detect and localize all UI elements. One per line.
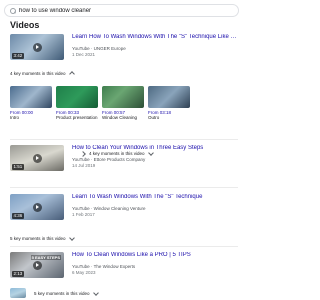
divider <box>10 187 238 188</box>
key-moment[interactable]: From 00:33 Product presentation <box>56 86 98 121</box>
video-duration: 2:13 <box>12 271 24 277</box>
play-icon <box>32 42 42 52</box>
key-moments-toggle[interactable]: 5 key moments in this video <box>10 234 75 241</box>
key-moment[interactable]: From 00:00 Intro <box>10 86 52 121</box>
key-moments-toggle[interactable]: 4 key moments in this video <box>10 70 75 77</box>
video-date: 1 Feb 2017 <box>72 212 95 217</box>
video-thumbnail[interactable]: 1:51 <box>10 145 64 171</box>
key-moment[interactable]: From 03:18 Outro <box>148 86 190 121</box>
key-moment-label: Product presentation <box>56 115 98 120</box>
video-duration: 4:36 <box>12 213 24 219</box>
video-thumbnail[interactable]: 5 EASY STEPS 2:13 <box>10 252 64 278</box>
chevron-down-icon <box>147 149 154 156</box>
play-icon <box>32 260 42 270</box>
key-moments-label: 4 key moments in this video <box>10 70 66 76</box>
chevron-right-icon <box>80 150 86 157</box>
key-moment-label: Intro <box>10 115 20 120</box>
video-title[interactable]: Learn To Wash Windows With The "S" Techn… <box>72 194 238 201</box>
chevron-up-icon <box>68 71 75 77</box>
divider <box>10 246 238 247</box>
key-moment-thumbnail[interactable] <box>148 86 190 108</box>
key-moment-label: Window Cleaning <box>102 115 138 120</box>
video-thumbnail[interactable]: 4:36 <box>10 194 64 220</box>
video-title[interactable]: How To Clean Windows Like a PRO | 5 TIPS <box>72 252 238 259</box>
key-moments-toggle[interactable]: 4 key moments in this video <box>80 149 154 157</box>
key-moments-label: 5 key moments in this video <box>34 291 90 296</box>
key-moments-label: 5 key moments in this video <box>10 236 66 241</box>
chevron-down-icon <box>68 234 75 241</box>
search-bar[interactable] <box>4 4 239 17</box>
video-title[interactable]: Learn How To Wash Windows With The "S" T… <box>72 34 238 41</box>
play-icon <box>32 202 42 212</box>
video-duration: 3:42 <box>12 53 24 59</box>
key-moments-strip: From 00:00 Intro From 00:33 Product pres… <box>10 86 240 140</box>
search-icon <box>10 7 16 14</box>
key-moment[interactable]: From 00:57 Window Cleaning <box>102 86 144 121</box>
key-moments-label: 4 key moments in this video <box>89 151 145 156</box>
video-thumbnail[interactable] <box>10 288 26 298</box>
key-moment-label: Outro <box>148 115 160 120</box>
key-moment-thumbnail[interactable] <box>102 86 144 108</box>
thumbnail-caption: 5 EASY STEPS <box>30 255 61 260</box>
divider <box>10 139 238 140</box>
video-duration: 1:51 <box>12 164 24 170</box>
key-moment-thumbnail[interactable] <box>56 86 98 108</box>
chevron-down-icon <box>92 289 99 296</box>
play-icon <box>32 153 42 163</box>
key-moment-thumbnail[interactable] <box>10 86 52 108</box>
section-title: Videos <box>10 20 40 30</box>
key-moments-toggle[interactable]: 5 key moments in this video <box>34 289 99 296</box>
search-input[interactable] <box>19 5 219 16</box>
video-date: 6 May 2023 <box>72 270 96 275</box>
video-thumbnail[interactable]: 3:42 <box>10 34 64 60</box>
video-date: 14 Jul 2019 <box>72 163 96 168</box>
video-date: 1 Dec 2021 <box>72 52 96 57</box>
